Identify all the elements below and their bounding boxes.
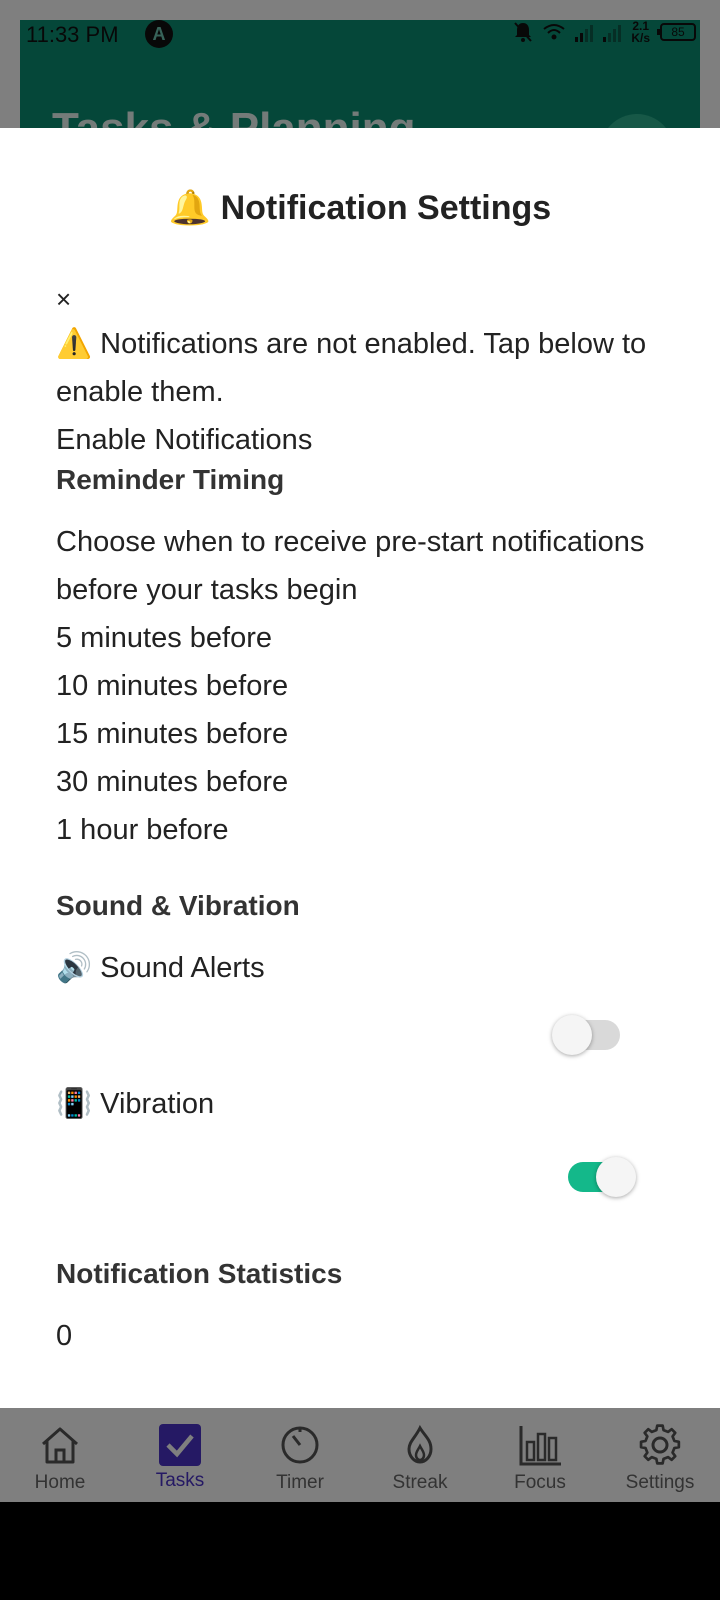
reminder-timing-heading: Reminder Timing [56,464,285,495]
modal-content: ⚠️ Notifications are not enabled. Tap be… [56,320,666,992]
notification-settings-modal: 🔔 Notification Settings × ⚠️ Notificatio… [0,128,720,1408]
system-nav-area [0,1502,720,1600]
bell-icon: 🔔 [168,189,212,227]
warning-icon: ⚠️ [56,328,93,360]
reminder-description: Choose when to receive pre-start notific… [56,526,645,606]
vibration-toggle[interactable] [568,1157,636,1197]
modal-title-text: Notification Settings [220,189,552,227]
speaker-icon: 🔊 [56,952,93,984]
reminder-option-1hour[interactable]: 1 hour before [56,806,666,854]
reminder-option-10min[interactable]: 10 minutes before [56,662,666,710]
toggle-knob [596,1157,636,1197]
reminder-option-15min[interactable]: 15 minutes before [56,710,666,758]
notification-statistics-heading: Notification Statistics [56,1258,343,1289]
reminder-option-30min[interactable]: 30 minutes before [56,758,666,806]
statistics-value: 0 [56,1320,73,1352]
enable-notifications-button[interactable]: Enable Notifications [56,416,666,464]
sound-vibration-heading: Sound & Vibration [56,890,300,921]
reminder-option-5min[interactable]: 5 minutes before [56,614,666,662]
toggle-knob [552,1015,592,1055]
sound-alerts-toggle[interactable] [552,1015,620,1055]
sound-alerts-label: Sound Alerts [100,952,265,984]
warning-message: ⚠️ Notifications are not enabled. Tap be… [56,320,666,416]
vibration-row: 📳 Vibration [56,1080,214,1128]
close-button[interactable]: × [56,284,71,315]
vibration-icon: 📳 [56,1088,93,1120]
vibration-label: Vibration [100,1088,215,1120]
sound-alerts-row: 🔊 Sound Alerts [56,944,666,992]
warning-text: Notifications are not enabled. Tap below… [56,328,647,408]
modal-title: 🔔 Notification Settings [0,188,720,228]
